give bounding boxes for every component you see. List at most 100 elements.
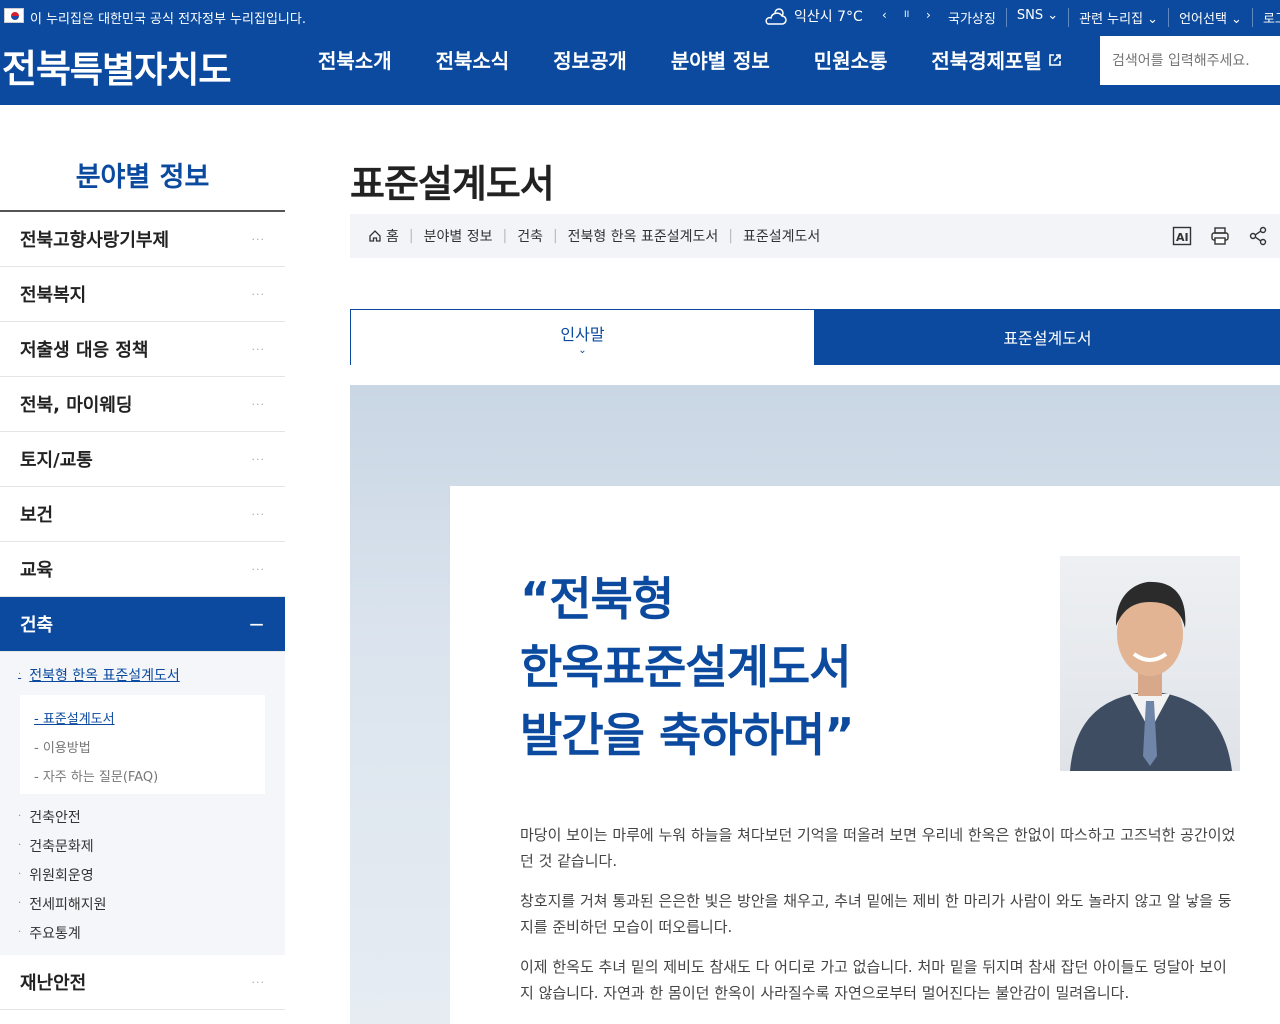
sub-item-label: 전세피해지원 xyxy=(29,896,107,913)
side-item-welfare[interactable]: 전북복지 ··· xyxy=(0,267,285,322)
side-item-low-birth[interactable]: 저출생 대응 정책 ··· xyxy=(0,322,285,377)
page-tools: AI xyxy=(1172,226,1268,246)
share-icon[interactable] xyxy=(1248,226,1268,246)
sub-item-label: 건축안전 xyxy=(29,809,81,826)
portrait-illustration xyxy=(1070,581,1232,771)
side-item-label: 보건 xyxy=(20,505,54,526)
site-header: 전북특별자치도 전북소개 전북소식 정보공개 분야별 정보 민원소통 전북경제포… xyxy=(0,32,1280,105)
more-dots-icon: ··· xyxy=(251,975,265,989)
nav-item-economy-portal[interactable]: 전북경제포털 xyxy=(931,45,1061,74)
sub-item-label: 위원회운영 xyxy=(29,867,94,884)
sub-item-committee[interactable]: · 위원회운영 xyxy=(0,860,285,889)
breadcrumb-field-info[interactable]: 분야별 정보 xyxy=(424,226,493,246)
page-title: 표준설계도서 xyxy=(350,162,555,206)
greeting-paragraph: 이제 한옥도 추녀 밑의 제비도 참새도 다 어디로 가고 없습니다. 처마 밑… xyxy=(520,958,1227,1002)
sub-item-hanok-standard[interactable]: · 전북형 한옥 표준설계도서 xyxy=(0,660,285,689)
greeting-quote: “전북형 한옥표준설계도서 발간을 축하하며” xyxy=(520,565,854,769)
breadcrumb: 홈 | 분야별 정보 | 건축 | 전북형 한옥 표준설계도서 | 표준설계도서… xyxy=(350,214,1280,258)
weather-text: 익산시 7°C xyxy=(794,9,863,25)
more-dots-icon: ··· xyxy=(251,287,265,301)
quote-line: 발간을 축하하며” xyxy=(520,708,854,762)
main-nav: 전북소개 전북소식 정보공개 분야별 정보 민원소통 전북경제포털 xyxy=(318,45,1106,74)
quote-line: 한옥표준설계도서 xyxy=(520,640,852,694)
sub-item-label: 전북형 한옥 표준설계도서 xyxy=(29,667,180,684)
ai-reader-icon[interactable]: AI xyxy=(1172,226,1192,246)
sub-item-statistics[interactable]: · 주요통계 xyxy=(0,918,285,947)
side-item-label: 전북복지 xyxy=(20,285,87,306)
nav-item-intro[interactable]: 전북소개 xyxy=(318,45,392,74)
breadcrumb-architecture[interactable]: 건축 xyxy=(517,226,543,246)
side-item-health[interactable]: 보건 ··· xyxy=(0,487,285,542)
util-login[interactable]: 로그인 xyxy=(1251,8,1280,27)
side-item-architecture[interactable]: 건축 − xyxy=(0,597,285,652)
util-national-symbol[interactable]: 국가상징 xyxy=(938,8,1006,27)
side-item-land-transport[interactable]: 토지/교통 ··· xyxy=(0,432,285,487)
search-input[interactable] xyxy=(1100,36,1280,85)
chevron-down-icon: ⌄ xyxy=(578,344,587,356)
collapse-icon: − xyxy=(248,612,265,636)
greeting-paragraph: 창호지를 거쳐 통과된 은은한 빛은 방안을 채우고, 추녀 밑에는 제비 한 … xyxy=(520,892,1232,936)
governor-photo xyxy=(1060,556,1240,771)
nav-item-civil[interactable]: 민원소통 xyxy=(814,45,888,74)
util-sns[interactable]: SNS ⌄ xyxy=(1005,8,1068,27)
more-dots-icon: ··· xyxy=(251,232,265,246)
weather-widget[interactable]: 익산시 7°C xyxy=(764,6,863,26)
content-tabs: 인사말 ⌄ 표준설계도서 xyxy=(350,309,1280,365)
quote-line: “전북형 xyxy=(520,572,674,626)
tab-greeting[interactable]: 인사말 ⌄ xyxy=(350,309,815,365)
breadcrumb-hanok[interactable]: 전북형 한옥 표준설계도서 xyxy=(568,226,719,246)
side-item-label: 전북, 마이웨딩 xyxy=(20,395,133,416)
subsub-item-usage[interactable]: - 이용방법 xyxy=(34,732,265,761)
taegukgi-icon xyxy=(4,8,24,23)
sub-item-jeonse-support[interactable]: · 전세피해지원 xyxy=(0,889,285,918)
util-language[interactable]: 언어선택 ⌄ xyxy=(1168,8,1252,27)
nav-item-economy-label: 전북경제포털 xyxy=(931,49,1042,73)
cloud-sun-icon xyxy=(765,8,787,25)
pause-button[interactable]: II xyxy=(904,10,909,20)
util-related-sites[interactable]: 관련 누리집 ⌄ xyxy=(1068,8,1168,27)
breadcrumb-current: 표준설계도서 xyxy=(742,229,821,245)
print-icon[interactable] xyxy=(1210,226,1230,246)
greeting-paragraph: 마당이 보이는 마루에 누워 하늘을 쳐다보던 기억을 떠올려 보면 우리네 한… xyxy=(520,826,1236,870)
prev-button[interactable]: ‹ xyxy=(882,8,887,22)
utility-links: 국가상징 SNS ⌄ 관련 누리집 ⌄ 언어선택 ⌄ 로그인 xyxy=(938,8,1280,27)
gov-banner-text: 이 누리집은 대한민국 공식 전자정부 누리집입니다. xyxy=(30,12,306,27)
site-logo[interactable]: 전북특별자치도 xyxy=(2,38,232,93)
subsub-item-standard-docs[interactable]: - 표준설계도서 xyxy=(34,703,265,732)
side-menu: 전북고향사랑기부제 ··· 전북복지 ··· 저출생 대응 정책 ··· 전북, 마이… xyxy=(0,210,285,1010)
svg-text:AI: AI xyxy=(1176,231,1189,244)
sub-item-culture[interactable]: · 건축문화제 xyxy=(0,831,285,860)
subsub-item-faq[interactable]: - 자주 하는 질문(FAQ) xyxy=(34,761,265,790)
more-dots-icon: ··· xyxy=(251,562,265,576)
logo-part-a: 전북 xyxy=(2,47,71,91)
tab-standard-docs[interactable]: 표준설계도서 xyxy=(815,309,1280,365)
more-dots-icon: ··· xyxy=(251,342,265,356)
sub-item-safety[interactable]: · 건축안전 xyxy=(0,802,285,831)
nav-item-field-info[interactable]: 분야별 정보 xyxy=(671,45,770,74)
side-item-education[interactable]: 교육 ··· xyxy=(0,542,285,597)
tab-label: 인사말 xyxy=(560,324,605,344)
more-dots-icon: ··· xyxy=(251,507,265,521)
side-item-label: 재난안전 xyxy=(20,973,87,994)
side-item-label: 교육 xyxy=(20,560,54,581)
next-button[interactable]: › xyxy=(926,8,931,22)
nav-item-disclosure[interactable]: 정보공개 xyxy=(553,45,627,74)
nav-item-news[interactable]: 전북소식 xyxy=(436,45,510,74)
lnb-title: 분야별 정보 xyxy=(75,162,210,193)
side-item-label: 저출생 대응 정책 xyxy=(20,340,149,361)
side-item-label: 전북고향사랑기부제 xyxy=(20,230,170,251)
side-item-my-wedding[interactable]: 전북, 마이웨딩 ··· xyxy=(0,377,285,432)
breadcrumb-label: 홈 xyxy=(386,229,399,245)
sub-item-label: 건축문화제 xyxy=(29,838,94,855)
side-item-disaster-safety[interactable]: 재난안전 ··· xyxy=(0,955,285,1010)
external-link-icon xyxy=(1049,53,1061,66)
side-item-label: 토지/교통 xyxy=(20,450,93,471)
side-item-hometown-donation[interactable]: 전북고향사랑기부제 ··· xyxy=(0,212,285,267)
gov-banner: 이 누리집은 대한민국 공식 전자정부 누리집입니다. 익산시 7°C ‹ II… xyxy=(0,0,1280,32)
side-submenu: · 전북형 한옥 표준설계도서 - 표준설계도서 - 이용방법 - 자주 하는 질… xyxy=(0,652,285,955)
sub-sub-menu: - 표준설계도서 - 이용방법 - 자주 하는 질문(FAQ) xyxy=(20,695,265,794)
breadcrumb-home[interactable]: 홈 xyxy=(368,226,399,246)
logo-part-b: 특별자치도 xyxy=(69,50,232,91)
more-dots-icon: ··· xyxy=(251,452,265,466)
home-icon xyxy=(369,230,381,242)
